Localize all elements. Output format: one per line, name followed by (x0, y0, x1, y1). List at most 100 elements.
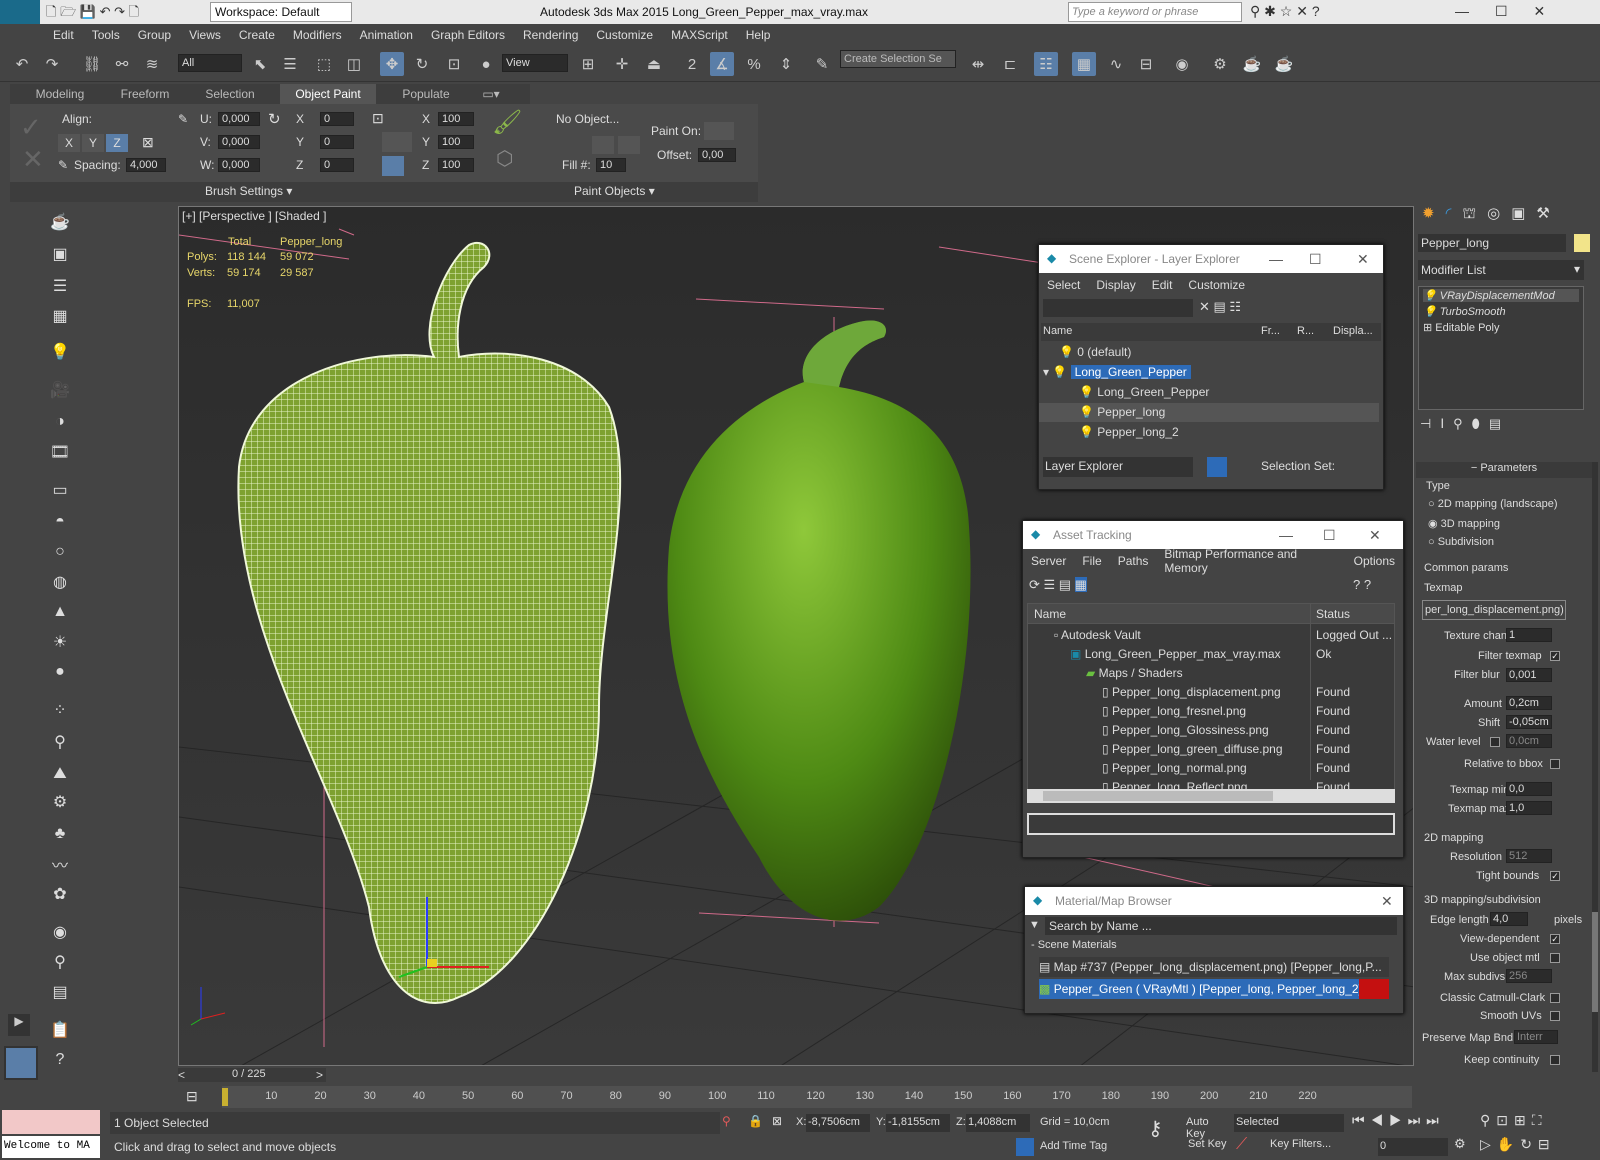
layer-mode-icon[interactable] (1207, 457, 1227, 477)
search-zoom-icon[interactable]: ⚲ (48, 950, 72, 974)
modifier-item[interactable]: 💡 TurboSmooth (1423, 305, 1506, 318)
list-item[interactable]: ▾ 💡 Long_Green_Pepper (1039, 363, 1379, 382)
hair-icon[interactable]: 〰 (48, 852, 72, 876)
pivot-icon[interactable]: ⊞ (576, 52, 600, 76)
unlink-icon[interactable]: ⚯ (110, 52, 134, 76)
check-icon[interactable]: ✓ (20, 112, 42, 143)
command-panel-scrollbar[interactable] (1592, 462, 1598, 1072)
texture-chan-field[interactable]: 1 (1506, 628, 1552, 642)
col-asset-name[interactable]: Name (1034, 607, 1066, 621)
close-icon[interactable]: ✕ (1381, 893, 1393, 910)
close-icon[interactable]: ✕ (1369, 527, 1381, 544)
playback-controls[interactable]: ⏮◀▶⏭⏭ (1352, 1112, 1445, 1129)
bones-icon[interactable]: ⚲ (48, 730, 72, 754)
viewport-label[interactable]: [+] [Perspective ] [Shaded ] (182, 209, 326, 223)
x-coordinate[interactable]: -8,7506cm (806, 1114, 870, 1132)
tight-bounds-checkbox[interactable]: ✓ (1550, 871, 1560, 881)
light-icon[interactable]: 💡 (48, 340, 72, 364)
edit-named-selection-icon[interactable]: ✎ (810, 52, 834, 76)
material-search-input[interactable]: Search by Name ... (1045, 917, 1397, 935)
ref-coord-dropdown[interactable]: View (502, 54, 568, 72)
menu-maxscript[interactable]: MAXScript (662, 28, 737, 42)
scene-explorer-titlebar[interactable]: ◆ Scene Explorer - Layer Explorer — ☐ ✕ (1039, 245, 1383, 273)
at-menu-file[interactable]: File (1074, 554, 1109, 568)
stack-tool-icons[interactable]: ⊣Ⅰ⚲⬮▤ (1420, 416, 1510, 432)
time-slider[interactable]: <0 / 225 > (178, 1068, 326, 1082)
help-icon[interactable]: ? (48, 1048, 72, 1072)
tab-populate[interactable]: Populate (386, 84, 466, 104)
curve-editor-icon[interactable]: ∿ (1104, 52, 1128, 76)
window-crossing-icon[interactable]: ◫ (342, 52, 366, 76)
scale-y-field[interactable]: 100 (438, 135, 474, 149)
key-mode-dropdown[interactable]: Selected (1234, 1114, 1344, 1132)
pin-icon[interactable]: ⚲ (722, 1114, 731, 1128)
link-icon[interactable]: ⛓ (80, 52, 104, 76)
shift-field[interactable]: -0,05cm (1506, 715, 1552, 729)
se-clear-icon[interactable]: ✕ ▤ ☷ (1199, 299, 1241, 315)
render-frame-icon[interactable]: ▤ (48, 980, 72, 1004)
preserve-map-dropdown[interactable]: Interr (1514, 1030, 1558, 1044)
align-label[interactable]: Align: (62, 112, 92, 126)
ribbon-options-icon[interactable]: ▭▾ (476, 84, 506, 104)
add-time-tag[interactable]: Add Time Tag (1040, 1140, 1107, 1152)
smooth-uvs-checkbox[interactable] (1550, 1011, 1560, 1021)
u-field[interactable]: 0,000 (218, 112, 260, 126)
axis-z-button[interactable]: Z (106, 134, 128, 152)
table-row[interactable]: ▯ Pepper_long_green_diffuse.png (1102, 740, 1283, 759)
table-row[interactable]: ▣ Long_Green_Pepper_max_vray.max (1070, 645, 1281, 664)
hemisphere-icon[interactable]: ◓ (48, 510, 72, 534)
fill-field[interactable]: 10 (596, 158, 626, 172)
se-menu-customize[interactable]: Customize (1180, 278, 1253, 292)
time-tag-icon[interactable] (1016, 1138, 1034, 1156)
offset-field[interactable]: 0,00 (698, 148, 736, 162)
render-icon[interactable]: ☕ (1272, 52, 1296, 76)
explorer-type-dropdown[interactable]: Layer Explorer (1043, 457, 1193, 477)
modifier-item[interactable]: ⊞ Editable Poly (1423, 321, 1500, 334)
menu-modifiers[interactable]: Modifiers (284, 28, 351, 42)
col-name[interactable]: Name (1043, 325, 1072, 337)
se-menu-display[interactable]: Display (1088, 278, 1143, 292)
maximize-icon[interactable]: ☐ (1309, 251, 1322, 268)
geosphere-icon[interactable]: ◍ (48, 570, 72, 594)
relative-bbox-checkbox[interactable] (1550, 759, 1560, 769)
box-icon[interactable]: ▭ (48, 478, 72, 502)
parameters-rollout[interactable]: − Parameters (1416, 462, 1592, 478)
curve-editor-mini-icon[interactable]: ⊟ (186, 1088, 198, 1105)
align-icon[interactable]: ⊏ (998, 52, 1022, 76)
menu-create[interactable]: Create (230, 28, 284, 42)
w-field[interactable]: 0,000 (218, 158, 260, 172)
grass-icon[interactable]: ♣ (48, 822, 72, 846)
spinner-snap-icon[interactable]: ⇕ (774, 52, 798, 76)
image-icon[interactable]: ▣ (48, 242, 72, 266)
filter-blur-field[interactable]: 0,001 (1506, 668, 1552, 682)
paint-brush-icon[interactable]: 🖌 (492, 108, 522, 137)
at-menu-paths[interactable]: Paths (1110, 554, 1157, 568)
lock-scale-icon[interactable] (382, 156, 404, 176)
axis-x-button[interactable]: X (58, 134, 80, 152)
keyboard-shortcut-icon[interactable]: ⏏ (642, 52, 666, 76)
list-icon[interactable]: ☰ (48, 274, 72, 298)
rendered-frame-icon[interactable]: ☕ (1240, 52, 1264, 76)
menu-tools[interactable]: Tools (83, 28, 129, 42)
viewport-layout-icon[interactable] (4, 1046, 38, 1080)
menu-help[interactable]: Help (737, 28, 780, 42)
resolution-field[interactable]: 512 (1506, 849, 1552, 863)
material-editor-icon[interactable]: ◉ (1170, 52, 1194, 76)
maximize-icon[interactable]: ☐ (1323, 527, 1336, 544)
scale-mode-icon[interactable] (382, 132, 412, 152)
max-subdivs-field[interactable]: 256 (1506, 969, 1552, 983)
list-item[interactable]: 💡 0 (default) (1039, 343, 1379, 362)
table-row[interactable]: ▯ Pepper_long_displacement.png (1102, 683, 1281, 702)
list-item[interactable]: ▩ Pepper_Green ( VRayMtl ) [Pepper_long,… (1039, 979, 1389, 999)
axis-y-button[interactable]: Y (82, 134, 104, 152)
minimize-icon[interactable]: — (1269, 251, 1283, 267)
rot-z-field[interactable]: 0 (320, 158, 354, 172)
texmap-min-field[interactable]: 0,0 (1506, 782, 1552, 796)
paint-on-dropdown[interactable] (704, 122, 734, 140)
place-icon[interactable]: ● (474, 52, 498, 76)
view-dependent-checkbox[interactable]: ✓ (1550, 934, 1560, 944)
radio-2d-mapping[interactable]: ○ 2D mapping (landscape) (1428, 498, 1558, 510)
clipboard-icon[interactable]: 📋 (48, 1018, 72, 1042)
horizontal-scrollbar[interactable] (1027, 789, 1395, 803)
title-icons[interactable]: ⚲ ✱ ☆ ✕ ? (1250, 3, 1320, 20)
